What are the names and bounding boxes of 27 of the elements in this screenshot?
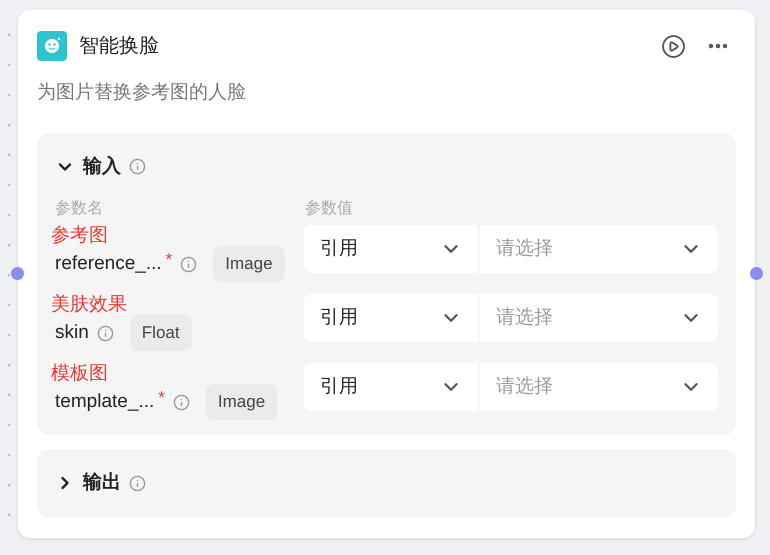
column-header: 参数值 (305, 198, 353, 219)
info-icon (180, 256, 198, 272)
param-name: template_... (55, 390, 154, 414)
info-icon (129, 158, 146, 176)
node-title: 智能换脸 (79, 34, 159, 59)
column-header: 参数名 (55, 198, 104, 219)
annotation-label: 美肤效果 (51, 294, 128, 316)
type-tag: Image (206, 384, 278, 420)
face-icon (37, 31, 67, 61)
required-mark: * (158, 387, 165, 410)
type-tag: Float (130, 315, 192, 351)
select-field[interactable]: 引用 (304, 363, 478, 411)
annotation-label: 参考图 (51, 225, 109, 247)
annotation-label: 模板图 (51, 363, 109, 385)
param-name: skin (55, 320, 89, 345)
param-name: reference_... (55, 252, 162, 276)
info-icon (129, 474, 146, 492)
type-tag: Image (213, 246, 285, 282)
info-icon (96, 324, 114, 342)
section-toggle[interactable]: 输出 (55, 469, 121, 498)
node-description: 为图片替换参考图的人脸 (37, 81, 247, 105)
required-mark: * (166, 249, 172, 272)
select-field[interactable]: 引用 (304, 294, 478, 342)
play-icon[interactable] (661, 34, 686, 58)
section-toggle[interactable]: 输入 (55, 152, 121, 181)
select-field[interactable]: 引用 (304, 225, 478, 273)
info-icon (172, 394, 190, 410)
